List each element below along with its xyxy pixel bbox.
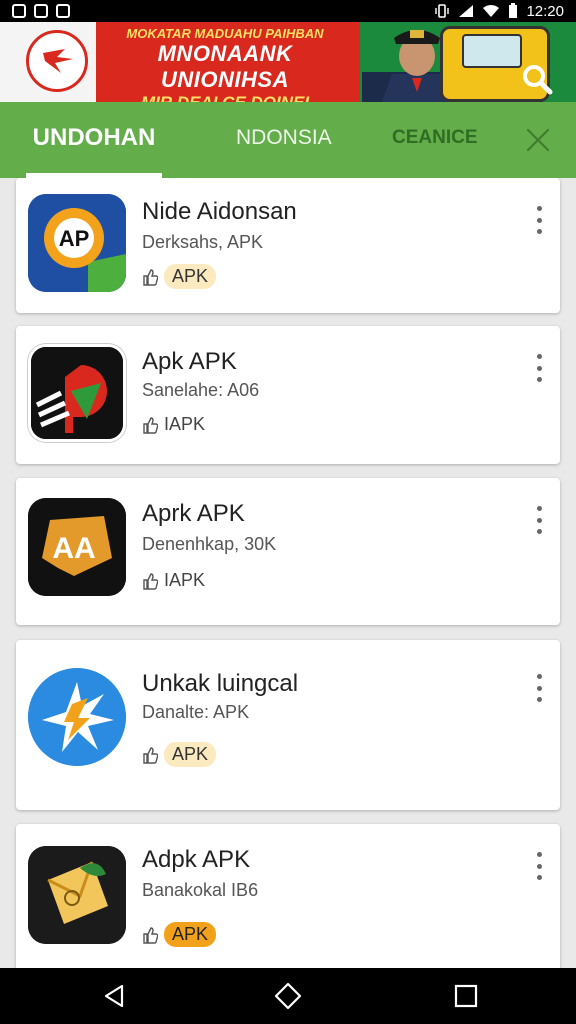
app-tag: APK [142, 922, 217, 947]
sun-bolt-icon [28, 668, 126, 766]
app-tag: IAPK [142, 414, 205, 435]
apk-badge: APK [164, 742, 217, 767]
app-tag: IAPK [142, 570, 205, 591]
app-title: Nide Aidonsan [142, 198, 297, 225]
list-item[interactable]: Adpk APK Banakokal IB6 APK [16, 824, 560, 968]
tab-ndonsia[interactable]: NDONSIA [236, 102, 332, 178]
thumbs-up-icon [143, 268, 158, 286]
battery-icon [508, 3, 518, 19]
ap-badge-text: AP [59, 226, 90, 251]
banner-line-3: MIR DEAI CE DOINEI [100, 93, 350, 102]
app-subtitle: Banakokal IB6 [142, 880, 259, 900]
app-title: Aprk APK [142, 500, 245, 527]
app-list: AP Nide Aidonsan Derksahs, APK APK Apk A… [0, 178, 576, 968]
tab-undohan[interactable]: UNDOHAN [26, 102, 162, 178]
tab-bar: UNDOHAN NDONSIA CEANICE [0, 102, 576, 178]
app-subtitle: Denenhkap, 30K [142, 534, 277, 554]
aa-shield-text: AA [52, 532, 95, 565]
ap-badge-icon: AP [28, 194, 126, 292]
list-item[interactable]: AA Aprk APK Denenhkap, 30K IAPK [16, 478, 560, 625]
home-icon[interactable] [274, 982, 302, 1010]
app-subtitle: Sanelahe: A06 [142, 380, 260, 400]
logo-icon [26, 30, 88, 92]
more-options-icon[interactable] [534, 354, 544, 382]
banner-line-2: MNONAANK UNIONIHSA [157, 41, 293, 92]
more-options-icon[interactable] [534, 674, 544, 702]
apk-badge: APK [164, 922, 217, 947]
apk-badge: APK [164, 264, 217, 289]
bus-window [462, 34, 522, 68]
app-title: Apk APK [142, 348, 237, 375]
apk-label: IAPK [164, 414, 206, 434]
thumbs-up-icon [143, 572, 158, 590]
list-item[interactable]: AP Nide Aidonsan Derksahs, APK APK [16, 178, 560, 313]
back-icon[interactable] [100, 982, 128, 1010]
envelope-leaf-icon [28, 846, 126, 944]
banner-text: MOKATAR MADUAHU PAIHBAN MNONAANK UNIONIH… [100, 26, 350, 102]
status-time: 12:20 [526, 2, 564, 20]
thumbs-up-icon [143, 416, 158, 434]
app-title: Unkak luingcal [142, 670, 299, 697]
app-subtitle: Danalte: APK [142, 702, 250, 722]
tab-label: NDONSIA [236, 126, 332, 149]
p-arrow-icon [28, 344, 126, 442]
close-icon[interactable] [524, 126, 552, 154]
search-icon[interactable] [520, 62, 554, 96]
signal-icon [458, 4, 474, 18]
promo-banner[interactable]: MOKATAR MADUAHU PAIHBAN MNONAANK UNIONIH… [0, 22, 576, 102]
tab-ceanice[interactable]: CEANICE [392, 102, 478, 178]
apk-label: IAPK [164, 570, 206, 590]
app-tag: APK [142, 742, 217, 767]
app-subtitle: Derksahs, APK [142, 232, 264, 252]
camera-icon [34, 4, 48, 18]
app-tag: APK [142, 264, 217, 289]
banner-line-1: MOKATAR MADUAHU PAIHBAN [126, 26, 324, 41]
wifi-icon [482, 4, 500, 18]
more-options-icon[interactable] [534, 506, 544, 534]
more-options-icon[interactable] [534, 206, 544, 234]
more-options-icon[interactable] [534, 852, 544, 880]
recents-icon[interactable] [452, 982, 480, 1010]
app-title: Adpk APK [142, 846, 251, 873]
list-item[interactable]: Apk APK Sanelahe: A06 IAPK [16, 326, 560, 464]
list-item[interactable]: Unkak luingcal Danalte: APK APK [16, 640, 560, 810]
screenshot-icon [12, 4, 26, 18]
tab-label: CEANICE [392, 127, 478, 148]
system-nav-bar [0, 968, 576, 1024]
thumbs-up-icon [143, 746, 158, 764]
vibrate-icon [434, 4, 450, 18]
cast-icon [56, 4, 70, 18]
tab-label: UNDOHAN [32, 124, 156, 151]
status-bar: 12:20 [0, 0, 576, 22]
thumbs-up-icon [143, 926, 158, 944]
aa-shield-icon: AA [28, 498, 126, 596]
